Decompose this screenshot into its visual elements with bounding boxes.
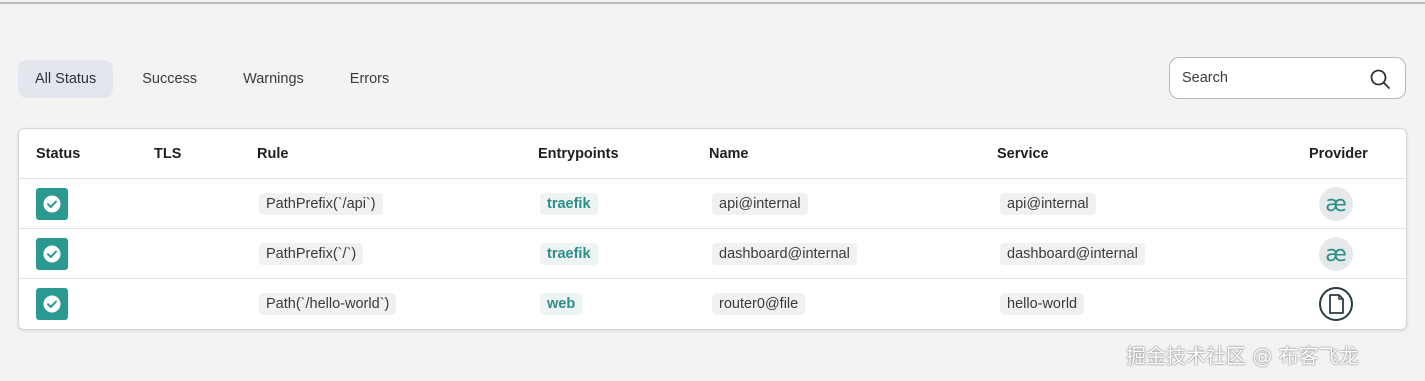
router-name: api@internal — [712, 193, 808, 215]
column-header-service[interactable]: Service — [997, 129, 1049, 179]
top-divider — [0, 2, 1425, 4]
table-row[interactable]: PathPrefix(`/api`) traefik api@internal … — [19, 179, 1406, 229]
column-header-name[interactable]: Name — [709, 129, 749, 179]
column-header-entrypoints[interactable]: Entrypoints — [538, 129, 619, 179]
rule-value: Path(`/hello-world`) — [259, 293, 397, 315]
tab-warnings[interactable]: Warnings — [226, 60, 321, 98]
internal-provider-icon: æ — [1319, 237, 1353, 271]
file-provider-icon — [1319, 287, 1353, 321]
router-name: router0@file — [712, 293, 806, 315]
tab-success[interactable]: Success — [125, 60, 214, 98]
search-icon[interactable] — [1369, 68, 1391, 90]
search-box[interactable] — [1169, 57, 1406, 99]
service-name: hello-world — [1000, 293, 1085, 315]
entrypoint-badge: traefik — [540, 193, 598, 215]
tab-errors[interactable]: Errors — [333, 60, 406, 98]
table-header: Status TLS Rule Entrypoints Name Service… — [19, 129, 1406, 179]
tab-all-status[interactable]: All Status — [18, 60, 114, 98]
column-header-provider[interactable]: Provider — [1309, 129, 1368, 179]
service-name: api@internal — [1000, 193, 1096, 215]
success-status-icon — [36, 188, 68, 220]
entrypoint-badge: traefik — [540, 243, 598, 265]
table-row[interactable]: PathPrefix(`/`) traefik dashboard@intern… — [19, 229, 1406, 279]
router-name: dashboard@internal — [712, 243, 857, 265]
column-header-rule[interactable]: Rule — [257, 129, 288, 179]
success-status-icon — [36, 288, 68, 320]
column-header-tls[interactable]: TLS — [154, 129, 181, 179]
search-input[interactable] — [1182, 70, 1362, 86]
internal-provider-icon: æ — [1319, 187, 1353, 221]
entrypoint-badge: web — [540, 293, 583, 315]
rule-value: PathPrefix(`/api`) — [259, 193, 383, 215]
watermark-text: 掘金技术社区 @ 布客飞龙 — [1126, 344, 1359, 368]
column-header-status[interactable]: Status — [36, 129, 80, 179]
rule-value: PathPrefix(`/`) — [259, 243, 364, 265]
service-name: dashboard@internal — [1000, 243, 1145, 265]
table-row[interactable]: Path(`/hello-world`) web router0@file he… — [19, 279, 1406, 329]
status-filter-tabs: All Status Success Warnings Errors — [18, 60, 418, 98]
success-status-icon — [36, 238, 68, 270]
routers-table: Status TLS Rule Entrypoints Name Service… — [18, 128, 1407, 330]
